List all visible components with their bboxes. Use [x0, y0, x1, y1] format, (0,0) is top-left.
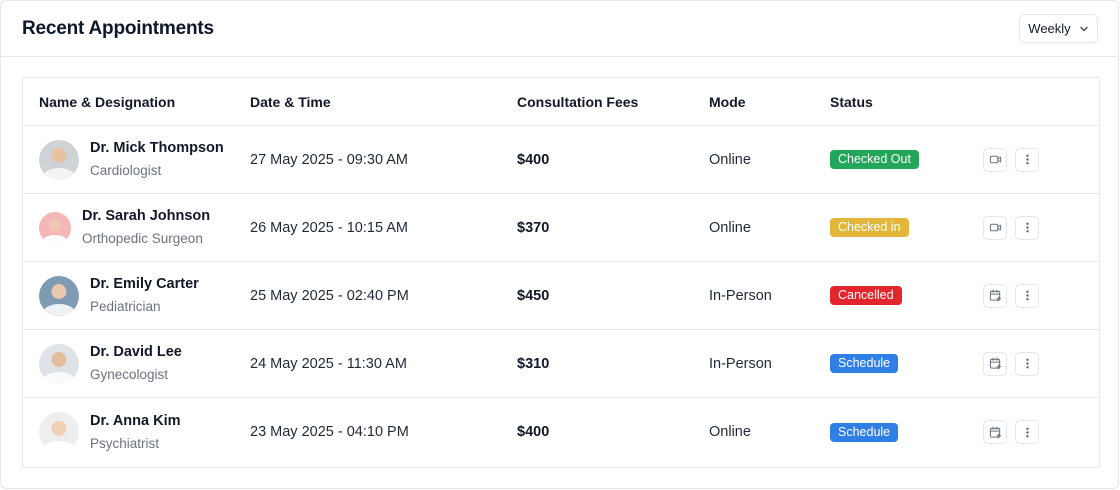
appointment-mode: Online: [709, 151, 751, 168]
doctor-name[interactable]: Dr. Sarah Johnson: [82, 207, 210, 225]
consultation-fee: $310: [517, 355, 550, 372]
appointment-datetime: 24 May 2025 - 11:30 AM: [250, 355, 407, 372]
calendar-add-icon: [989, 357, 1002, 370]
status-cell: Checked in: [830, 218, 983, 237]
name-cell: Dr. Mick Thompson Cardiologist: [23, 126, 250, 193]
column-header-status: Status: [830, 93, 873, 110]
consultation-fee: $400: [517, 151, 550, 168]
reschedule-button[interactable]: [983, 283, 1007, 308]
row-actions: [983, 283, 1039, 308]
video-call-button[interactable]: [983, 215, 1007, 240]
consultation-fee: $400: [517, 424, 550, 440]
more-vertical-icon: [1021, 221, 1034, 234]
avatar: [39, 139, 79, 180]
doctor-name[interactable]: Dr. Anna Kim: [90, 412, 181, 430]
appointment-datetime: 27 May 2025 - 09:30 AM: [250, 151, 408, 168]
row-actions: [983, 147, 1039, 172]
doctor-designation: Pediatrician: [90, 299, 161, 314]
reschedule-button[interactable]: [983, 351, 1007, 376]
avatar: [39, 275, 79, 316]
status-badge: Schedule: [830, 422, 899, 442]
column-header-date: Date & Time: [250, 93, 331, 110]
table-row: Dr. David Lee Gynecologist 24 May 2025 -…: [23, 330, 1099, 398]
column-header-fees: Consultation Fees: [517, 93, 639, 110]
period-dropdown[interactable]: Weekly: [1019, 14, 1098, 43]
name-cell: Dr. Sarah Johnson Orthopedic Surgeon: [23, 194, 250, 261]
more-options-button[interactable]: [1015, 283, 1039, 308]
avatar: [39, 211, 71, 244]
avatar: [39, 412, 79, 452]
appointment-mode: In-Person: [709, 287, 772, 304]
video-call-button[interactable]: [983, 147, 1007, 172]
video-icon: [989, 153, 1002, 166]
name-cell: Dr. David Lee Gynecologist: [23, 330, 250, 397]
appointment-datetime: 23 May 2025 - 04:10 PM: [250, 424, 409, 440]
appointment-mode: Online: [709, 424, 751, 440]
table-body: Dr. Mick Thompson Cardiologist 27 May 20…: [23, 126, 1099, 466]
appointments-table: Name & Designation Date & Time Consultat…: [22, 77, 1100, 468]
calendar-add-icon: [989, 289, 1002, 302]
column-header-mode: Mode: [709, 93, 746, 110]
doctor-name[interactable]: Dr. Emily Carter: [90, 275, 199, 293]
doctor-designation: Gynecologist: [90, 367, 169, 382]
more-options-button[interactable]: [1015, 215, 1039, 240]
status-cell: Schedule: [830, 422, 983, 442]
table-row: Dr. Anna Kim Psychiatrist 23 May 2025 - …: [23, 398, 1099, 466]
more-options-button[interactable]: [1015, 351, 1039, 376]
status-cell: Cancelled: [830, 286, 983, 305]
more-options-button[interactable]: [1015, 147, 1039, 172]
status-badge: Schedule: [830, 354, 899, 373]
period-dropdown-label: Weekly: [1028, 21, 1071, 36]
reschedule-button[interactable]: [983, 420, 1007, 444]
row-actions: [983, 351, 1039, 376]
more-vertical-icon: [1021, 289, 1034, 302]
status-badge: Checked Out: [830, 150, 919, 169]
recent-appointments-card: Recent Appointments Weekly Name & Design…: [0, 0, 1119, 489]
card-title: Recent Appointments: [22, 17, 214, 39]
status-cell: Schedule: [830, 354, 983, 373]
row-actions: [983, 215, 1039, 240]
column-header-name: Name & Designation: [39, 93, 176, 110]
status-badge: Checked in: [830, 218, 909, 237]
appointment-datetime: 25 May 2025 - 02:40 PM: [250, 287, 409, 304]
consultation-fee: $370: [517, 219, 550, 236]
name-cell: Dr. Emily Carter Pediatrician: [23, 262, 250, 329]
more-options-button[interactable]: [1015, 420, 1039, 444]
status-cell: Checked Out: [830, 150, 983, 169]
chevron-down-icon: [1080, 26, 1088, 31]
appointment-datetime: 26 May 2025 - 10:15 AM: [250, 219, 408, 236]
name-cell: Dr. Anna Kim Psychiatrist: [23, 398, 250, 466]
appointment-mode: Online: [709, 219, 751, 236]
doctor-name[interactable]: Dr. David Lee: [90, 343, 182, 361]
more-vertical-icon: [1021, 426, 1034, 439]
table-header: Name & Designation Date & Time Consultat…: [23, 78, 1099, 126]
consultation-fee: $450: [517, 287, 550, 304]
more-vertical-icon: [1021, 153, 1034, 166]
doctor-designation: Cardiologist: [90, 163, 162, 178]
avatar: [39, 343, 79, 384]
video-icon: [989, 221, 1002, 234]
table-row: Dr. Sarah Johnson Orthopedic Surgeon 26 …: [23, 194, 1099, 262]
table-row: Dr. Mick Thompson Cardiologist 27 May 20…: [23, 126, 1099, 194]
doctor-designation: Orthopedic Surgeon: [82, 231, 203, 246]
row-actions: [983, 420, 1039, 444]
table-row: Dr. Emily Carter Pediatrician 25 May 202…: [23, 262, 1099, 330]
appointment-mode: In-Person: [709, 355, 772, 372]
calendar-add-icon: [989, 426, 1002, 439]
more-vertical-icon: [1021, 357, 1034, 370]
card-header: Recent Appointments Weekly: [1, 1, 1118, 57]
doctor-designation: Psychiatrist: [90, 435, 160, 451]
doctor-name[interactable]: Dr. Mick Thompson: [90, 139, 224, 157]
status-badge: Cancelled: [830, 286, 902, 305]
